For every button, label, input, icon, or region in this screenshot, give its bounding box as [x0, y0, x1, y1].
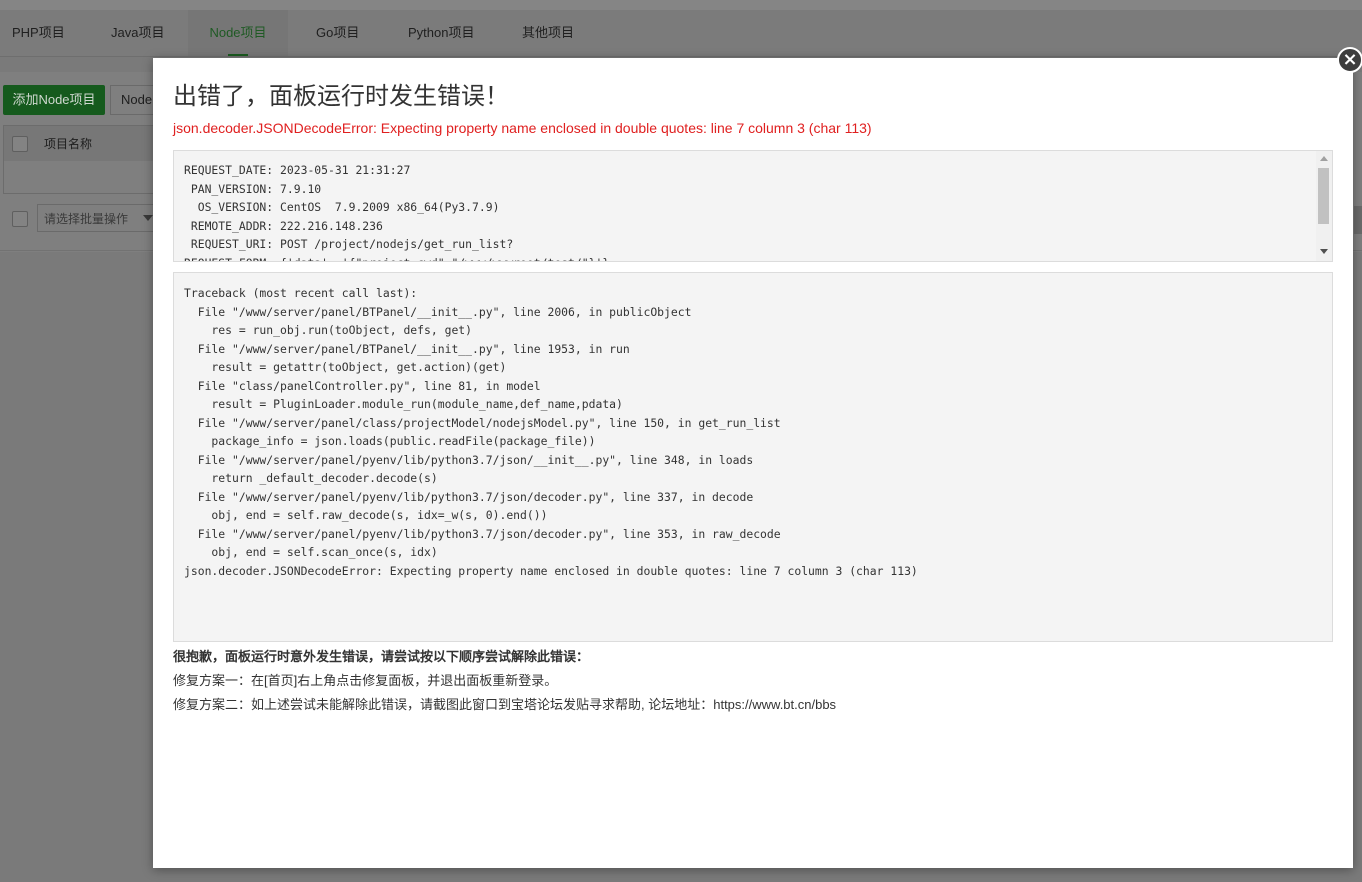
scroll-down-icon[interactable]	[1320, 249, 1328, 254]
dialog-title: 出错了，面板运行时发生错误！	[173, 83, 509, 110]
error-dialog: 出错了，面板运行时发生错误！ json.decoder.JSONDecodeEr…	[153, 58, 1353, 868]
close-icon[interactable]: ×	[1337, 47, 1362, 73]
tab-python[interactable]: Python项目	[408, 10, 474, 56]
add-node-project-button[interactable]: 添加Node项目	[3, 85, 105, 115]
batch-operation-select[interactable]: 请选择批量操作	[37, 204, 159, 232]
request-info-box[interactable]: REQUEST_DATE: 2023-05-31 21:31:27 PAN_VE…	[173, 150, 1333, 262]
request-info-text: REQUEST_DATE: 2023-05-31 21:31:27 PAN_VE…	[184, 163, 609, 261]
help-heading: 很抱歉，面板运行时意外发生错误，请尝试按以下顺序尝试解除此错误：	[173, 649, 590, 664]
tab-java[interactable]: Java项目	[111, 10, 164, 56]
traceback-text: Traceback (most recent call last): File …	[184, 286, 918, 578]
chevron-down-icon	[143, 215, 153, 221]
table-empty-row	[3, 161, 165, 194]
project-tabbar: PHP项目 Java项目 Node项目 Go项目 Python项目 其他项目	[0, 10, 1362, 57]
fix-option-one: 修复方案一：在[首页]右上角点击修复面板，并退出面板重新登录。	[173, 673, 558, 688]
traceback-box[interactable]: Traceback (most recent call last): File …	[173, 272, 1333, 642]
error-summary: json.decoder.JSONDecodeError: Expecting …	[173, 120, 872, 136]
tab-other[interactable]: 其他项目	[522, 10, 574, 56]
select-all-checkbox[interactable]	[12, 136, 28, 152]
top-strip	[0, 0, 1362, 10]
tab-php[interactable]: PHP项目	[12, 10, 65, 56]
request-info-scrollbar[interactable]	[1316, 151, 1332, 261]
fix-option-two: 修复方案二：如上述尝试未能解除此错误，请截图此窗口到宝塔论坛发贴寻求帮助, 论坛…	[173, 697, 837, 712]
tab-node[interactable]: Node项目	[188, 10, 288, 56]
tab-go[interactable]: Go项目	[316, 10, 359, 56]
column-project-name: 项目名称	[44, 137, 93, 151]
batch-checkbox[interactable]	[12, 211, 28, 227]
page-scrollbar[interactable]	[1354, 206, 1362, 234]
tab-node-label: Node项目	[209, 25, 267, 40]
scroll-thumb[interactable]	[1318, 168, 1329, 224]
scroll-up-icon[interactable]	[1320, 156, 1328, 161]
